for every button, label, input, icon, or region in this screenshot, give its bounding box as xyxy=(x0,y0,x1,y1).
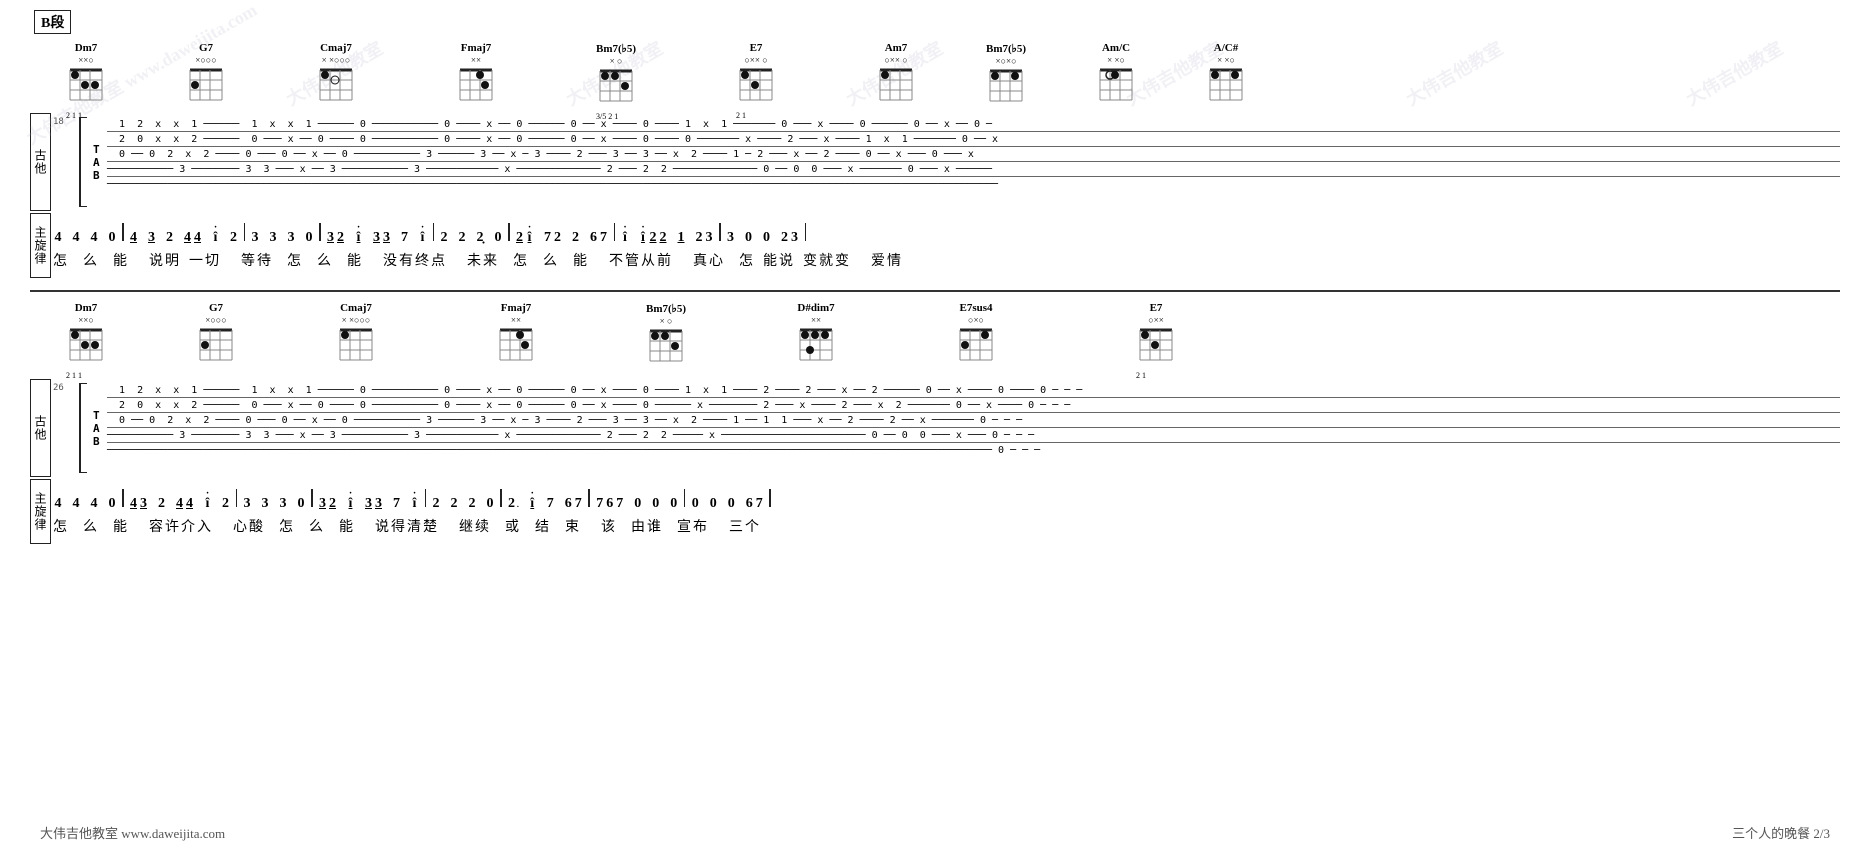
chord-fmaj7-2: Fmaj7 ×× xyxy=(496,302,536,368)
footer-left: 大伟吉他教室 www.daweijita.com xyxy=(40,823,225,842)
chord-diagrams-row1: Dm7 ××○ xyxy=(30,42,1840,109)
page: 大伟吉他教室 www.daweijita.com 大伟吉他教室 大伟吉他教室 大… xyxy=(0,0,1870,852)
section-b: B段 Dm7 ××○ xyxy=(30,10,1840,544)
tab-staff-1: 18 T A B xyxy=(53,117,1840,207)
chord-e7sus4: E7sus4 ○×○ xyxy=(956,302,996,368)
chord-diagrams-row2: Dm7 ××○ xyxy=(30,302,1840,369)
chord-dsdim7: D#dim7 ×× xyxy=(796,302,836,368)
notation-line-2: 4 4 4 0 4 3 2 4 4 î· 2 3 3 3 0 xyxy=(53,485,1840,514)
guitar-label-1: 古他 xyxy=(30,113,51,211)
tab-staff-2: 26 T A B 1 2 x xyxy=(53,383,1840,473)
chord-dm7: Dm7 ××○ xyxy=(66,42,106,108)
chord-cmaj7-2: Cmaj7 × ×○○○ xyxy=(336,302,376,368)
chord-bm7b5-3: Bm7(♭5) × ○ xyxy=(646,302,686,369)
chord-dm7-2: Dm7 ××○ xyxy=(66,302,106,368)
lyrics-line-2: 怎 么 能 容许介入 心酸 怎 么 能 说得清楚 继续 或 结 束 该 由谁 宣… xyxy=(53,514,1840,538)
chord-am7: Am7 ○×× ○ xyxy=(876,42,916,108)
guitar-melody-row1: 古他 18 T A B xyxy=(30,113,1840,211)
footer: 大伟吉他教室 www.daweijita.com 三个人的晚餐 2/3 xyxy=(0,823,1870,842)
guitar-label-2: 古他 xyxy=(30,379,51,477)
footer-right: 三个人的晚餐 2/3 xyxy=(1732,823,1830,842)
section-divider xyxy=(30,290,1840,292)
chord-bm7b5-2: Bm7(♭5) ×○×○ xyxy=(986,42,1026,109)
chord-amc: Am/C × ×○ xyxy=(1096,42,1136,108)
melody-row1: 主旋律 4 4 4 0 4 3 2 4 4 î· 2 3 xyxy=(30,213,1840,278)
chord-e7: E7 ○×× ○ 2 1 xyxy=(736,42,776,108)
lyrics-line-1: 怎 么 能 说明 一切 等待 怎 么 能 没有终点 未来 怎 么 能 不管从前 … xyxy=(53,248,1840,272)
chord-g7-2: G7 ×○○○ xyxy=(196,302,236,368)
notation-line-1: 4 4 4 0 4 3 2 4 4 î· 2 3 3 3 0 xyxy=(53,219,1840,248)
chord-e7-2: E7 ○×× 2 1 xyxy=(1136,302,1176,368)
section-b-label: B段 xyxy=(34,10,71,34)
melody-row2: 主旋律 4 4 4 0 4 3 2 4 4 î· 2 3 xyxy=(30,479,1840,544)
melody-label-1: 主旋律 xyxy=(30,213,51,278)
chord-acsharp: A/C# × ×○ xyxy=(1206,42,1246,108)
chord-fmaj7: Fmaj7 ×× xyxy=(456,42,496,108)
chord-g7: G7 ×○○○ xyxy=(186,42,226,108)
chord-cmaj7: Cmaj7 × ×○○○ xyxy=(316,42,356,108)
guitar-melody-row2: 古他 26 T A B xyxy=(30,379,1840,477)
melody-label-2: 主旋律 xyxy=(30,479,51,544)
chord-bm7b5-1: Bm7(♭5) × ○ xyxy=(596,42,636,109)
